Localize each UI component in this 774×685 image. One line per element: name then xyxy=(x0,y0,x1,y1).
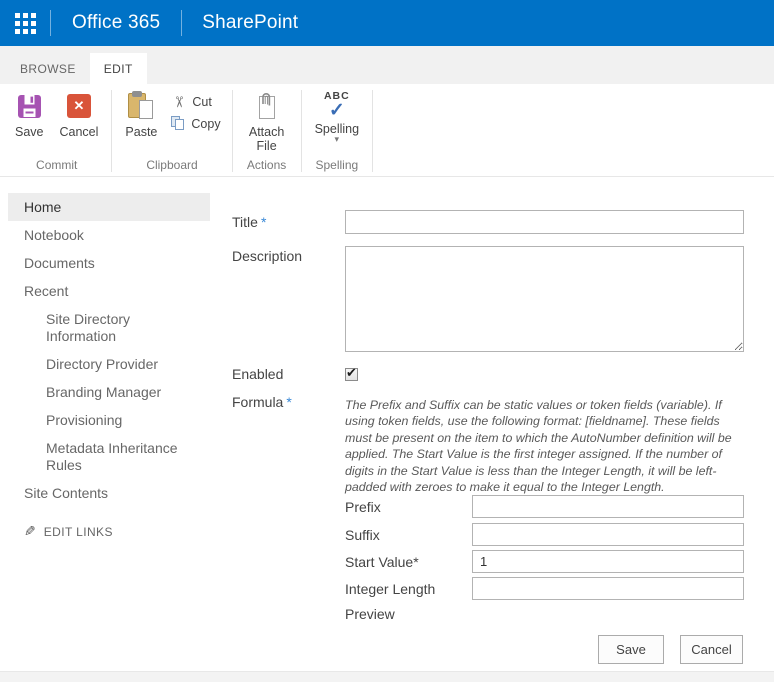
chevron-down-icon: ▾ xyxy=(335,136,340,145)
copy-pages-icon xyxy=(171,116,186,131)
office-365-link[interactable]: Office 365 xyxy=(72,12,160,34)
left-navigation: Home Notebook Documents Recent Site Dire… xyxy=(0,186,210,540)
app-launcher-grid-icon xyxy=(15,13,36,34)
formula-help-text: The Prefix and Suffix can be static valu… xyxy=(345,397,748,495)
sidebar-item-metadata-inheritance-rules[interactable]: Metadata Inheritance Rules xyxy=(8,434,210,479)
ribbon-group-clipboard: Paste ✂ Cut Copy Clipboard xyxy=(112,84,231,176)
save-button[interactable]: Save xyxy=(9,87,50,139)
prefix-input[interactable] xyxy=(472,495,744,518)
title-label: Title* xyxy=(232,214,266,230)
sidebar-item-site-contents[interactable]: Site Contents xyxy=(8,479,210,507)
ribbon-group-spelling: ABC ✓ Spelling ▾ Spelling xyxy=(302,84,372,176)
page-bottom-bar xyxy=(0,671,774,682)
edit-links-button[interactable]: ✎ EDIT LINKS xyxy=(8,523,210,540)
suite-bar-divider xyxy=(181,10,182,36)
description-textarea[interactable] xyxy=(345,246,744,352)
integer-length-label: Integer Length xyxy=(345,581,435,597)
ribbon-group-label-clipboard: Clipboard xyxy=(119,156,224,176)
suite-bar-divider xyxy=(50,10,51,36)
paste-clipboard-icon xyxy=(128,91,154,121)
sidebar-item-notebook[interactable]: Notebook xyxy=(8,221,210,249)
formula-label: Formula* xyxy=(232,394,292,410)
cancel-x-icon: ✕ xyxy=(67,94,91,118)
suite-bar: Office 365 SharePoint xyxy=(0,0,774,46)
sidebar-item-home[interactable]: Home xyxy=(8,193,210,221)
ribbon-group-label-commit: Commit xyxy=(9,156,104,176)
required-asterisk: * xyxy=(286,394,291,410)
ribbon-group-label-actions: Actions xyxy=(240,156,294,176)
sidebar-item-branding-manager[interactable]: Branding Manager xyxy=(8,378,210,406)
description-label: Description xyxy=(232,248,302,264)
enabled-checkbox[interactable]: ✔ xyxy=(345,368,358,381)
form-cancel-button[interactable]: Cancel xyxy=(680,635,743,664)
tab-browse[interactable]: BROWSE xyxy=(6,53,90,84)
save-floppy-icon xyxy=(17,90,42,122)
spelling-button[interactable]: ABC ✓ Spelling ▾ xyxy=(309,87,365,145)
sidebar-item-recent[interactable]: Recent xyxy=(8,277,210,305)
ribbon: Save ✕ Cancel Commit xyxy=(0,84,774,177)
required-asterisk: * xyxy=(261,214,266,230)
prefix-label: Prefix xyxy=(345,499,381,515)
edit-item-form: Title* Description Enabled ✔ Formula* Th… xyxy=(232,186,752,676)
checkbox-check-icon: ✔ xyxy=(346,365,357,381)
sidebar-item-documents[interactable]: Documents xyxy=(8,249,210,277)
ribbon-group-actions: Attach File Actions xyxy=(233,84,301,176)
ribbon-group-separator xyxy=(372,90,373,172)
cut-button[interactable]: ✂ Cut xyxy=(171,93,220,111)
attach-file-paperclip-icon xyxy=(255,90,279,122)
paste-button[interactable]: Paste xyxy=(119,87,163,139)
integer-length-input[interactable] xyxy=(472,577,744,600)
sharepoint-link[interactable]: SharePoint xyxy=(202,12,298,34)
start-value-input[interactable] xyxy=(472,550,744,573)
title-input[interactable] xyxy=(345,210,744,234)
scissors-icon: ✂ xyxy=(170,94,188,110)
preview-label: Preview xyxy=(345,606,395,622)
start-value-label: Start Value* xyxy=(345,554,419,570)
tab-edit[interactable]: EDIT xyxy=(90,53,147,84)
sidebar-item-provisioning[interactable]: Provisioning xyxy=(8,406,210,434)
sharepoint-edit-page: Office 365 SharePoint BROWSE EDIT xyxy=(0,0,774,685)
ribbon-tab-strip: BROWSE EDIT xyxy=(0,46,774,84)
app-launcher-button[interactable] xyxy=(0,0,50,46)
form-save-button[interactable]: Save xyxy=(598,635,664,664)
sidebar-item-directory-provider[interactable]: Directory Provider xyxy=(8,350,210,378)
enabled-label: Enabled xyxy=(232,366,283,382)
pencil-icon: ✎ xyxy=(24,523,36,540)
attach-file-button[interactable]: Attach File xyxy=(240,87,294,154)
suffix-input[interactable] xyxy=(472,523,744,546)
ribbon-group-commit: Save ✕ Cancel Commit xyxy=(2,84,111,176)
copy-button[interactable]: Copy xyxy=(171,116,220,131)
suffix-label: Suffix xyxy=(345,527,380,543)
spelling-abc-check-icon: ABC ✓ xyxy=(324,90,350,122)
cancel-button[interactable]: ✕ Cancel xyxy=(54,87,105,139)
sidebar-item-site-directory-information[interactable]: Site Directory Information xyxy=(8,305,210,350)
ribbon-group-label-spelling: Spelling xyxy=(309,156,365,176)
